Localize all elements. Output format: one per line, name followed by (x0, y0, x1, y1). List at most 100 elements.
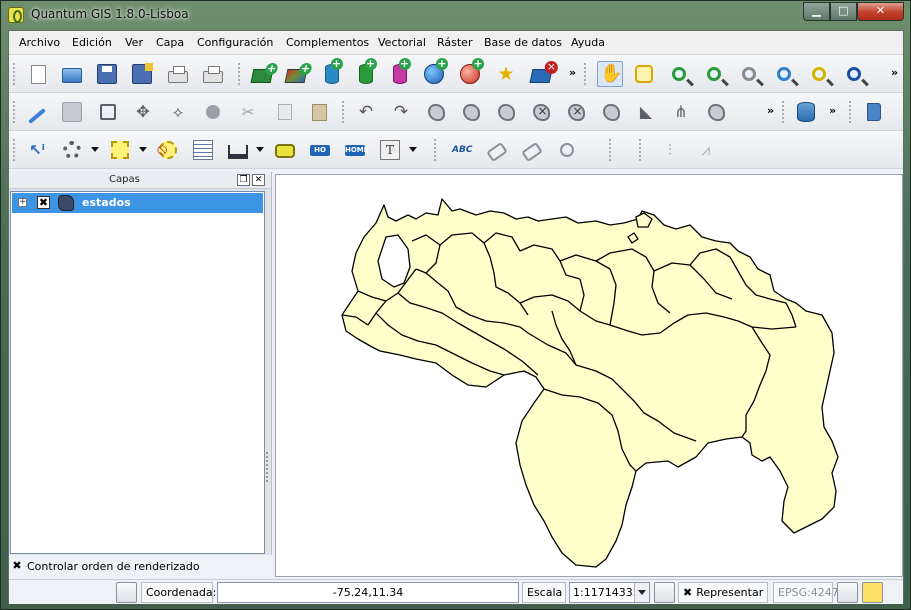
redo-button[interactable]: ↷ (388, 99, 414, 125)
pan-map-button[interactable]: ✋ (597, 61, 623, 87)
remove-layer-button[interactable] (528, 61, 554, 87)
select-features-button[interactable] (107, 137, 133, 163)
paste-features-button[interactable] (305, 99, 331, 125)
toolbar-grip[interactable] (849, 101, 852, 123)
render-order-control[interactable]: ✖ Controlar orden de renderizado (9, 558, 271, 576)
add-ring-button[interactable] (458, 99, 484, 125)
open-project-button[interactable] (59, 61, 85, 87)
toolbar-grip[interactable] (13, 63, 16, 85)
undo-button[interactable]: ↶ (353, 99, 379, 125)
zoom-full-button[interactable] (771, 61, 797, 87)
toolbar-grip[interactable] (342, 101, 345, 123)
pin-labels-button[interactable] (484, 137, 510, 163)
menu-configuracion[interactable]: Configuración (197, 36, 273, 49)
help-contents-button[interactable] (859, 99, 885, 125)
map-canvas[interactable] (275, 174, 903, 577)
delete-selected-button[interactable] (200, 99, 226, 125)
menu-ver[interactable]: Ver (125, 36, 143, 49)
zoom-actual-size-button[interactable] (736, 61, 762, 87)
new-shapefile-button[interactable]: ★ (493, 61, 519, 87)
add-wms-layer-button[interactable] (421, 58, 448, 87)
new-project-button[interactable] (24, 61, 50, 87)
menu-base-de-datos[interactable]: Base de datos (484, 36, 562, 49)
delete-ring-button[interactable] (528, 99, 554, 125)
chevron-down-icon[interactable] (634, 583, 649, 602)
label-tool-button[interactable]: ABC (449, 137, 475, 163)
menu-edicion[interactable]: Edición (72, 36, 112, 49)
node-tool-button[interactable]: ⟡ (165, 99, 191, 125)
toolbar-overflow-button[interactable]: » (829, 104, 836, 117)
menu-ayuda[interactable]: Ayuda (571, 36, 605, 49)
close-window-button[interactable]: ✕ (857, 2, 904, 21)
title-bar[interactable]: Quantum GIS 1.8.0-Lisboa ▁ □ ✕ (1, 1, 910, 29)
move-label-button[interactable] (554, 137, 580, 163)
menu-raster[interactable]: Ráster (437, 36, 472, 49)
zoom-to-layer-button[interactable] (841, 61, 867, 87)
toolbar-grip[interactable] (13, 101, 16, 123)
menu-complementos[interactable]: Complementos (286, 36, 369, 49)
move-feature-button[interactable]: ✥ (130, 99, 156, 125)
chevron-down-icon[interactable] (91, 147, 99, 152)
pan-to-selection-button[interactable] (631, 61, 657, 87)
menu-archivo[interactable]: Archivo (19, 36, 60, 49)
panel-splitter-handle[interactable] (266, 452, 269, 482)
menu-capa[interactable]: Capa (156, 36, 184, 49)
add-postgis-layer-button[interactable] (317, 58, 343, 87)
layer-item-estados[interactable]: + ✖ estados (12, 193, 263, 213)
save-edits-button[interactable] (59, 99, 85, 125)
toolbar-overflow-button[interactable]: » (767, 104, 774, 117)
layer-tree[interactable]: + ✖ estados (10, 191, 265, 554)
reshape-features-button[interactable] (598, 99, 624, 125)
save-project-button[interactable] (94, 61, 120, 87)
db-manager-button[interactable] (793, 99, 819, 125)
toolbar-overflow-button[interactable]: » (891, 66, 898, 79)
delete-part-button[interactable] (563, 99, 589, 125)
open-attribute-table-button[interactable] (190, 137, 216, 163)
add-mssql-layer-button[interactable] (385, 58, 411, 87)
show-bookmarks-button[interactable]: HOME (342, 137, 369, 163)
toolbar-grip[interactable] (584, 63, 587, 85)
new-print-composer-button[interactable] (165, 61, 191, 87)
run-feature-action-button[interactable] (59, 137, 85, 163)
chevron-down-icon[interactable] (139, 147, 147, 152)
menu-vectorial[interactable]: Vectorial (378, 36, 426, 49)
crs-projection-button[interactable] (837, 582, 858, 603)
chevron-down-icon[interactable] (256, 147, 264, 152)
scale-combobox[interactable]: 1:11714335 (569, 582, 650, 603)
render-toggle[interactable]: ✖ Representar (678, 582, 768, 603)
minimize-button[interactable]: ▁ (803, 2, 830, 21)
offset-curve-button[interactable]: ◣ (633, 99, 659, 125)
toolbar-grip[interactable] (782, 101, 785, 123)
add-raster-layer-button[interactable] (283, 61, 309, 87)
add-wfs-layer-button[interactable] (457, 58, 484, 87)
text-annotation-button[interactable]: T (377, 137, 403, 163)
render-order-checkbox[interactable]: ✖ (11, 560, 23, 572)
add-vector-layer-button[interactable] (249, 61, 275, 87)
toolbar-grip[interactable] (434, 139, 437, 161)
add-spatialite-layer-button[interactable] (351, 58, 377, 87)
expand-toggle[interactable]: + (18, 198, 27, 207)
toolbar-grip[interactable] (639, 139, 642, 161)
toolbar-grip[interactable] (13, 139, 16, 161)
mouse-coordinate-toggle-button[interactable] (116, 582, 137, 603)
save-project-as-button[interactable] (129, 61, 155, 87)
crs-status[interactable]: EPSG:4247 (773, 582, 839, 603)
zoom-in-button[interactable] (666, 61, 692, 87)
render-checkbox[interactable]: ✖ (683, 586, 692, 599)
measure-line-button[interactable] (225, 137, 251, 163)
toggle-editing-button[interactable] (24, 99, 50, 125)
zoom-out-button[interactable] (701, 61, 727, 87)
split-features-button[interactable]: ⋔ (668, 99, 694, 125)
show-hide-labels-button[interactable] (519, 137, 545, 163)
warning-icon[interactable] (862, 582, 883, 603)
deselect-features-button[interactable] (155, 137, 181, 163)
add-part-button[interactable] (493, 99, 519, 125)
merge-features-button[interactable] (703, 99, 729, 125)
identify-features-button[interactable]: ↖ⁱ (24, 137, 50, 163)
zoom-to-selection-button[interactable] (806, 61, 832, 87)
new-bookmark-button[interactable]: HO (307, 137, 333, 163)
simplify-feature-button[interactable] (423, 99, 449, 125)
toolbar-grip[interactable] (238, 63, 241, 85)
maximize-button[interactable]: □ (830, 2, 857, 21)
map-tips-button[interactable] (272, 137, 298, 163)
